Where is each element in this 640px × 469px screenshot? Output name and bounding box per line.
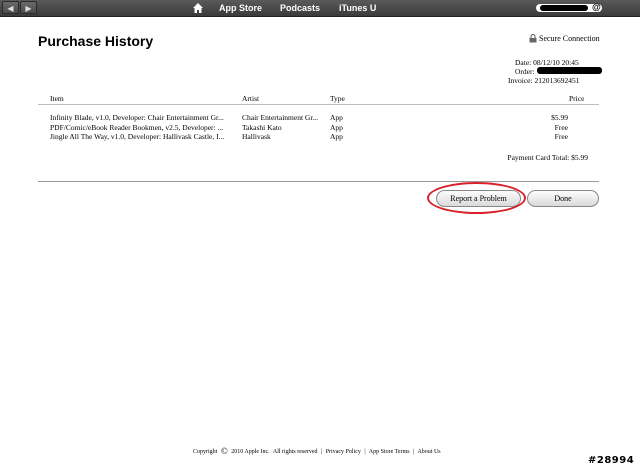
cell-price: $5.99 <box>551 113 568 122</box>
privacy-policy-link[interactable]: Privacy Policy <box>326 449 361 455</box>
about-us-link[interactable]: About Us <box>417 449 440 455</box>
cell-item: PDF/Comic/eBook Reader Bookmen, v2.5, De… <box>50 123 224 132</box>
column-header-type: Type <box>330 94 345 103</box>
rights-text: All rights reserved <box>272 449 318 455</box>
column-header-item: Item <box>50 94 64 103</box>
page-title: Purchase History <box>38 33 154 49</box>
copyright-company: 2010 Apple Inc. <box>231 449 270 455</box>
footer: Copyright © 2010 Apple Inc. All rights r… <box>193 447 443 457</box>
done-button[interactable]: Done <box>527 190 599 207</box>
red-highlight-circle <box>427 182 526 214</box>
cell-item: Infinity Blade, v1.0, Developer: Chair E… <box>50 113 224 122</box>
invoice-number: Invoice: 212013692451 <box>508 76 579 85</box>
cell-artist: Takashi Kato <box>242 123 282 132</box>
footer-separator: | <box>321 449 323 455</box>
lock-icon <box>529 34 537 43</box>
cell-price: Free <box>554 123 568 132</box>
account-at-sign: @ <box>592 2 601 12</box>
table-header-divider <box>38 104 599 105</box>
total-value: $5.99 <box>571 153 588 162</box>
date-value: 08/12/10 20:45 <box>533 58 579 67</box>
date-label: Date: <box>515 58 532 67</box>
payment-total: Payment Card Total: $5.99 <box>470 153 588 162</box>
footer-separator: | <box>413 449 415 455</box>
cell-type: App <box>330 123 343 132</box>
purchase-date: Date: 08/12/10 20:45 <box>515 58 579 67</box>
total-label: Payment Card Total: <box>507 153 570 162</box>
app-store-terms-link[interactable]: App Store Terms <box>369 449 410 455</box>
nav-link-app-store[interactable]: App Store <box>219 1 262 15</box>
section-divider <box>38 181 599 182</box>
cell-price: Free <box>554 132 568 141</box>
cell-artist: Chair Entertainment Gr... <box>242 113 319 122</box>
column-header-artist: Artist <box>242 94 260 103</box>
order-label: Order: <box>515 67 535 76</box>
nav-link-podcasts[interactable]: Podcasts <box>280 1 320 15</box>
redacted-account-name <box>540 5 588 11</box>
cell-type: App <box>330 113 343 122</box>
watermark-id: #28994 <box>588 455 635 466</box>
secure-connection-label: Secure Connection <box>539 34 600 43</box>
cell-type: App <box>330 132 343 141</box>
copyright-label: Copyright <box>193 449 218 455</box>
copyright-icon: © <box>220 446 228 456</box>
forward-arrow-icon: ▶ <box>25 4 32 13</box>
cell-item: Jingle All The Way, v1.0, Developer: Hal… <box>50 132 225 141</box>
home-icon[interactable] <box>192 2 204 14</box>
order-number: Order: <box>515 67 535 76</box>
back-button[interactable]: ◀ <box>2 1 19 14</box>
back-arrow-icon: ◀ <box>7 4 14 13</box>
cell-artist: Hallivask <box>242 132 271 141</box>
invoice-value: 212013692451 <box>534 76 580 85</box>
nav-link-itunes-u[interactable]: iTunes U <box>339 1 376 15</box>
footer-separator: | <box>364 449 366 455</box>
forward-button[interactable]: ▶ <box>20 1 37 14</box>
redacted-order-number <box>537 67 602 74</box>
column-header-price: Price <box>569 94 585 103</box>
invoice-label: Invoice: <box>508 76 533 85</box>
top-nav-bar: ◀ ▶ App Store Podcasts iTunes U @ <box>0 0 640 17</box>
